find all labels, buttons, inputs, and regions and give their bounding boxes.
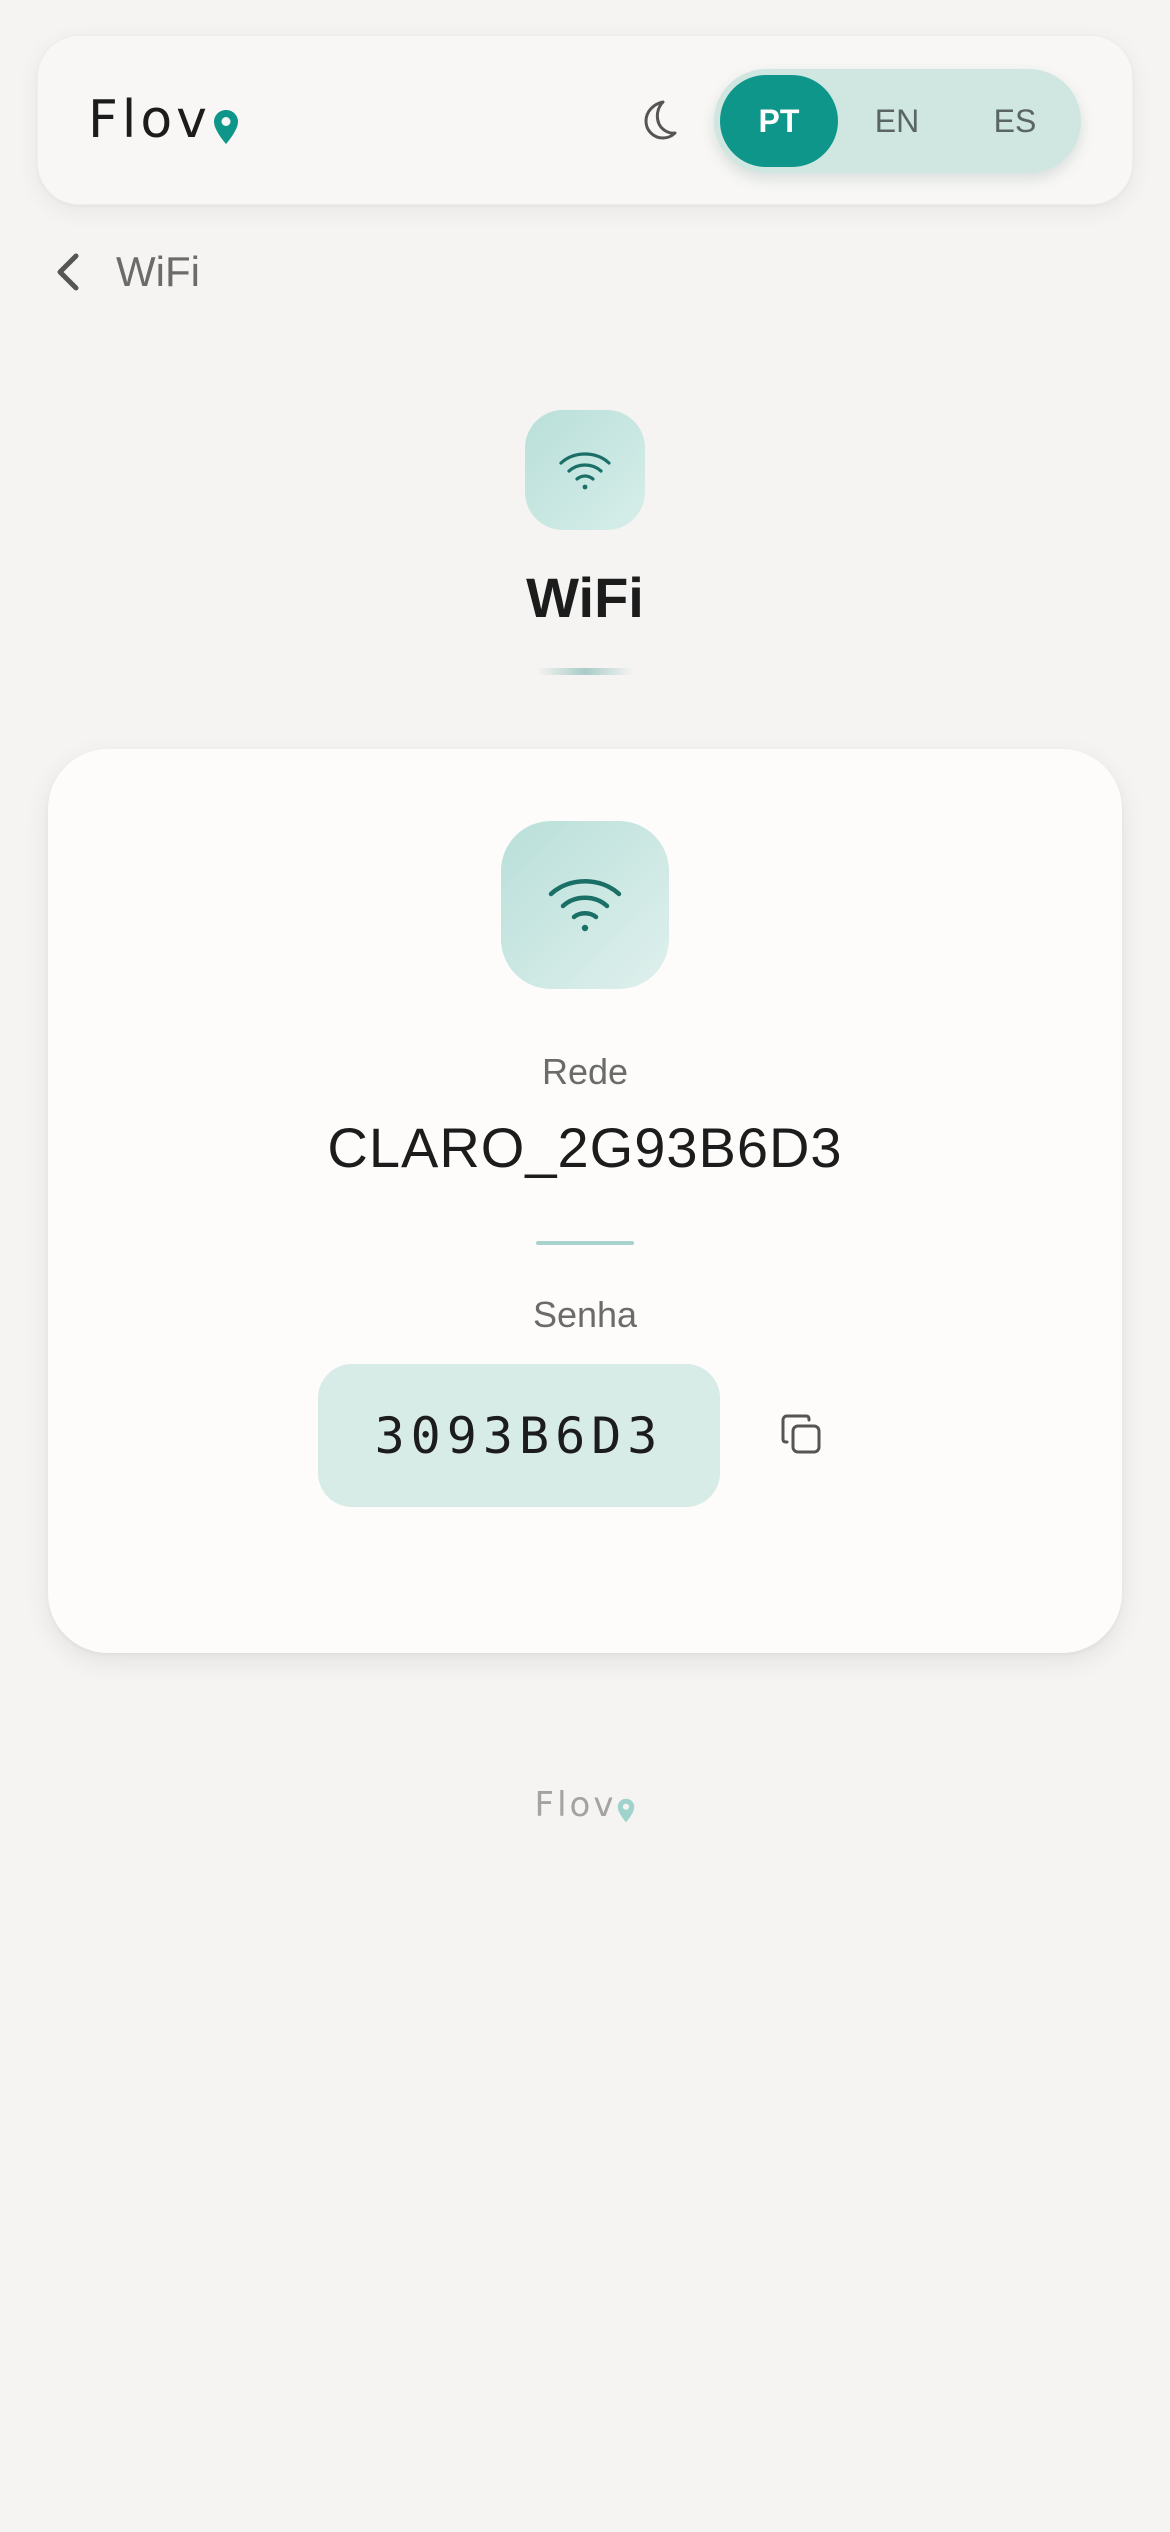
page-title: WiFi xyxy=(526,566,644,629)
wifi-hero-badge xyxy=(525,410,645,530)
lang-button-es[interactable]: ES xyxy=(956,75,1074,167)
chevron-left-icon xyxy=(57,253,79,291)
app-header: Flov PT EN ES xyxy=(37,35,1133,205)
copy-icon xyxy=(781,1414,821,1454)
password-label: Senha xyxy=(532,1294,638,1335)
location-pin-icon xyxy=(213,110,238,144)
theme-toggle-button[interactable] xyxy=(628,90,688,150)
wifi-card-badge xyxy=(501,821,669,989)
breadcrumb-label: WiFi xyxy=(116,248,200,295)
back-button[interactable]: WiFi xyxy=(48,240,200,304)
divider xyxy=(536,1241,634,1245)
wifi-icon xyxy=(548,879,622,932)
lang-button-pt[interactable]: PT xyxy=(720,75,838,167)
footer-logo-text: Flov xyxy=(534,1785,617,1825)
wifi-card: Rede CLARO_2G93B6D3 Senha 3093B6D3 xyxy=(48,749,1122,1653)
copy-password-button[interactable] xyxy=(770,1403,834,1467)
password-value[interactable]: 3093B6D3 xyxy=(318,1364,720,1507)
moon-icon xyxy=(644,100,677,140)
location-pin-icon xyxy=(618,1798,635,1822)
logo-text: Flov xyxy=(88,90,211,150)
lang-button-en[interactable]: EN xyxy=(838,75,956,167)
language-switcher: PT EN ES xyxy=(714,69,1081,173)
title-underline xyxy=(537,668,633,675)
network-label: Rede xyxy=(541,1051,629,1092)
network-name: CLARO_2G93B6D3 xyxy=(327,1116,843,1179)
wifi-icon xyxy=(559,452,611,490)
brand-logo[interactable]: Flov xyxy=(88,94,239,146)
footer-logo: Flov xyxy=(0,1785,1170,1825)
